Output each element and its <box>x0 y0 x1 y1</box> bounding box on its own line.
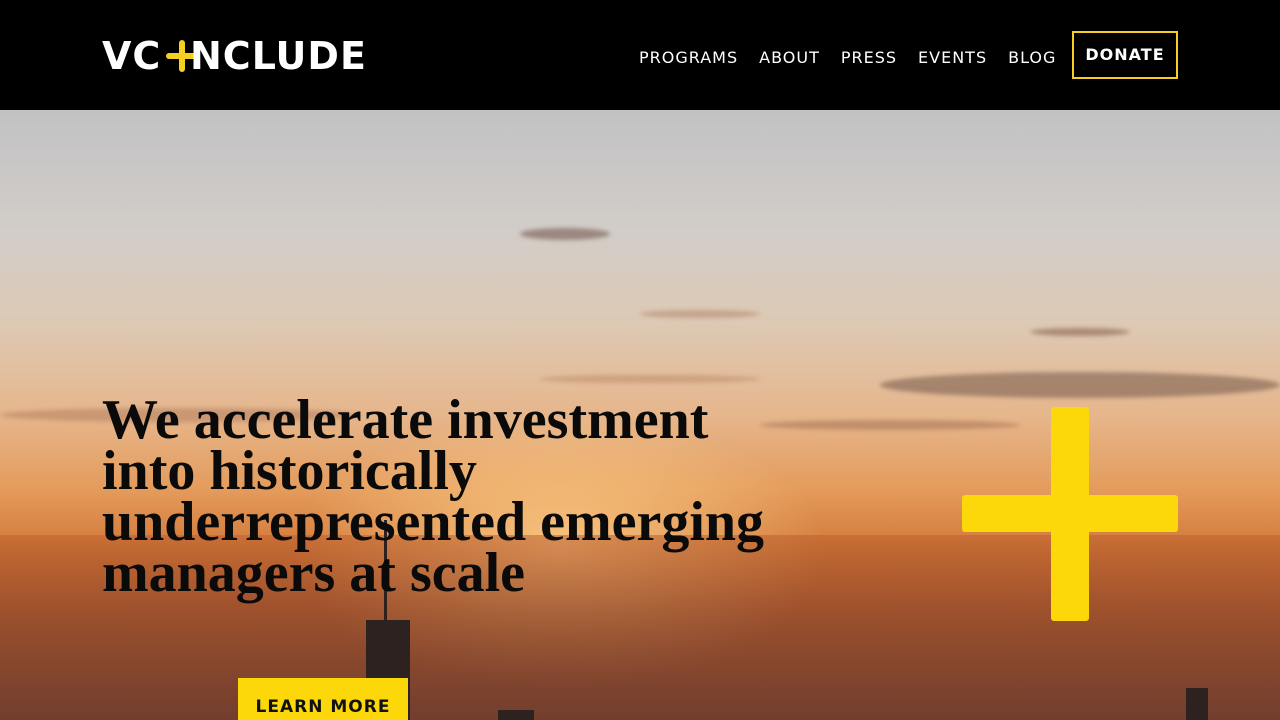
skyscraper <box>1186 688 1208 720</box>
nav-events[interactable]: EVENTS <box>918 46 987 70</box>
nav-press[interactable]: PRESS <box>841 46 897 70</box>
main-nav: PROGRAMS ABOUT PRESS EVENTS BLOG <box>639 46 1077 70</box>
learn-more-button[interactable]: LEARN MORE <box>238 678 408 720</box>
cloud <box>880 372 1280 398</box>
logo[interactable]: VC NCLUDE <box>102 34 366 78</box>
donate-button[interactable]: DONATE <box>1072 31 1178 79</box>
plus-icon <box>962 407 1178 621</box>
cloud <box>1030 328 1130 336</box>
nav-blog[interactable]: BLOG <box>1008 46 1056 70</box>
hero-headline: We accelerate investment into historical… <box>102 389 765 604</box>
cloud <box>520 228 610 240</box>
cloud <box>540 375 760 383</box>
logo-text-right: NCLUDE <box>190 34 367 78</box>
nav-about[interactable]: ABOUT <box>759 46 820 70</box>
logo-text-left: VC <box>102 34 162 78</box>
page: VC NCLUDE PROGRAMS ABOUT PRESS EVENTS BL… <box>0 0 1280 720</box>
nav-programs[interactable]: PROGRAMS <box>639 46 738 70</box>
skyscraper <box>498 710 534 720</box>
hero-section: We accelerate investment into historical… <box>0 110 1280 720</box>
site-header: VC NCLUDE PROGRAMS ABOUT PRESS EVENTS BL… <box>0 0 1280 110</box>
cloud <box>640 310 760 318</box>
